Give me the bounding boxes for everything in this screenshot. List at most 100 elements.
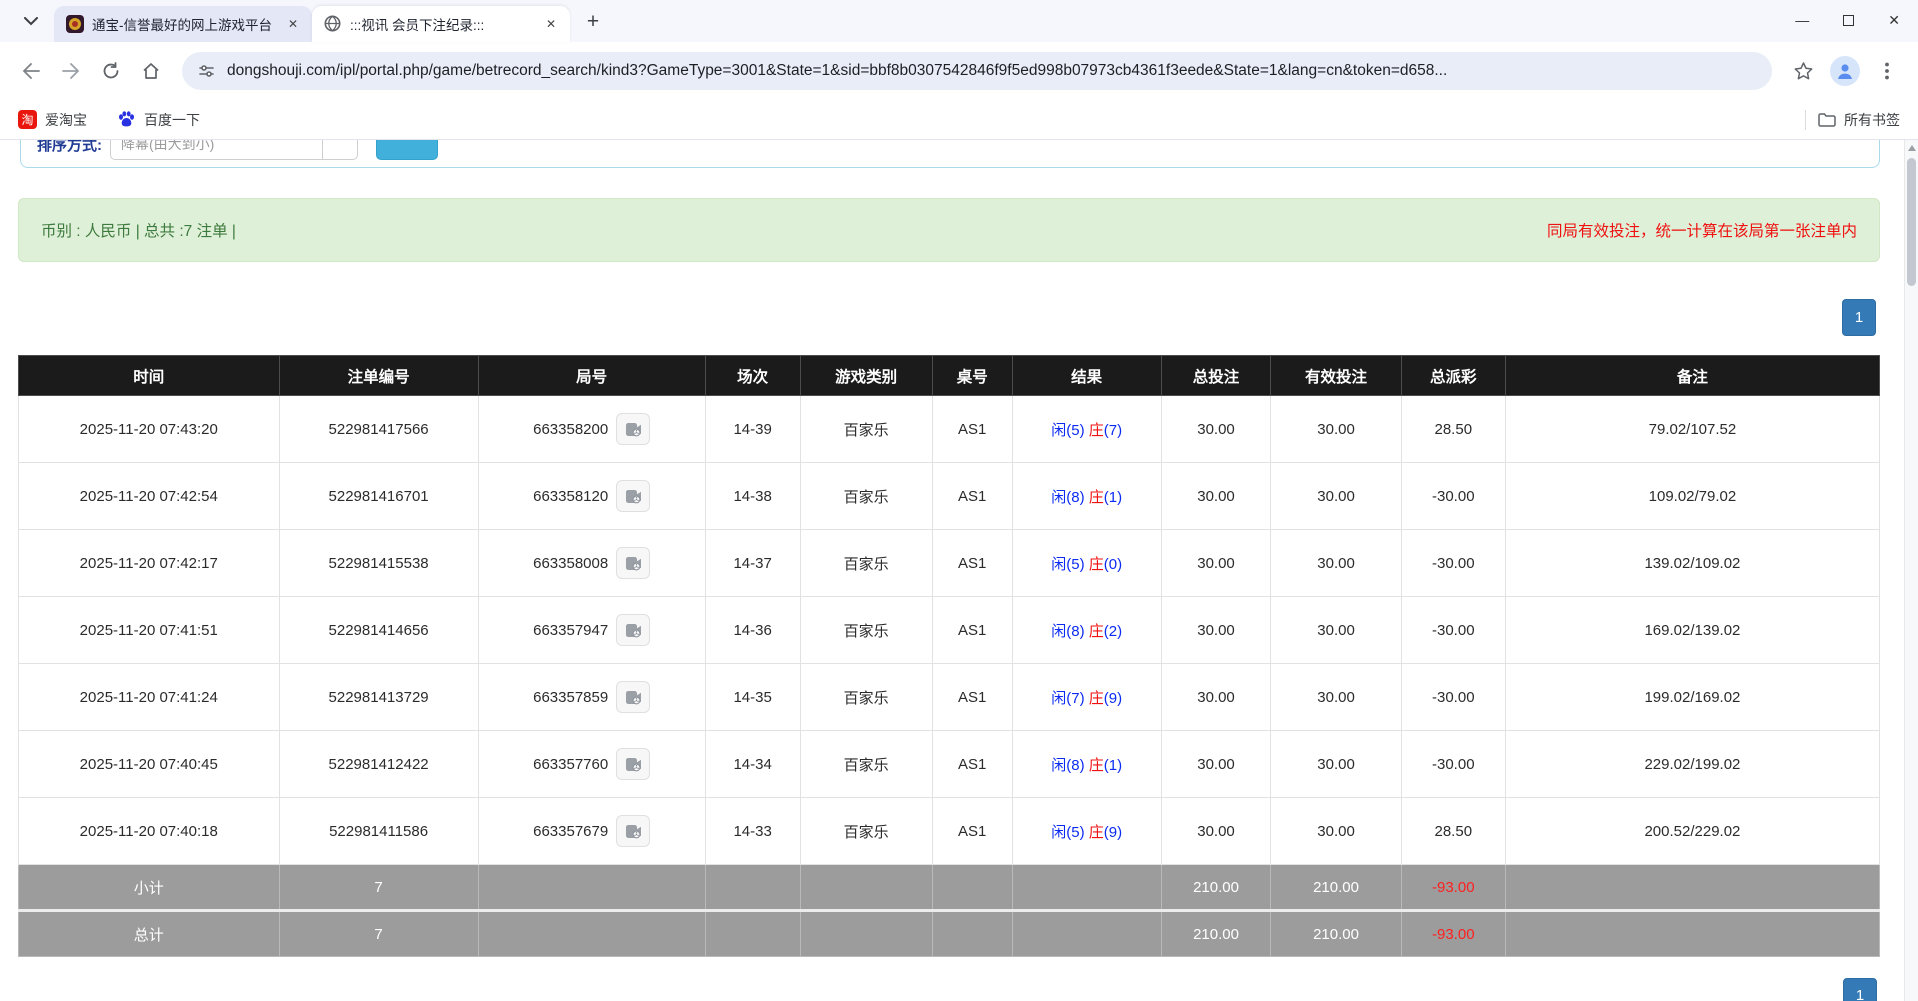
- video-replay-button[interactable]: [616, 614, 650, 646]
- result-banker: 庄: [1089, 422, 1104, 439]
- cell-valid-bet: 30.00: [1271, 798, 1401, 865]
- summary-alert-bar: 币别 : 人民币 | 总共 :7 注单 | 同局有效投注，统一计算在该局第一张注…: [18, 198, 1880, 262]
- cell-table-no: AS1: [932, 798, 1012, 865]
- cell-total-bet[interactable]: 30.00: [1161, 396, 1271, 463]
- all-bookmarks-button[interactable]: 所有书签: [1818, 110, 1900, 130]
- cell-session: 14-36: [705, 597, 800, 664]
- pagination-page-1[interactable]: 1: [1842, 299, 1876, 336]
- cell-total-bet[interactable]: 30.00: [1161, 731, 1271, 798]
- search-button[interactable]: [376, 140, 438, 160]
- subtotal-label: 小计: [19, 865, 280, 911]
- result-player: 闲(5): [1051, 556, 1084, 573]
- subtotal-total-bet: 210.00: [1161, 865, 1271, 911]
- page-scrollbar[interactable]: [1904, 140, 1918, 1001]
- back-icon[interactable]: [14, 54, 48, 88]
- cell-payout: -30.00: [1401, 597, 1505, 664]
- result-player: 闲(7): [1051, 690, 1084, 707]
- cell-total-bet[interactable]: 30.00: [1161, 597, 1271, 664]
- minimize-icon[interactable]: —: [1795, 13, 1809, 27]
- cell-valid-bet: 30.00: [1271, 731, 1401, 798]
- sort-dropdown-button[interactable]: [322, 140, 358, 160]
- round-id-text: 663357679: [533, 823, 608, 840]
- video-replay-button[interactable]: [616, 547, 650, 579]
- tab-close-icon[interactable]: ✕: [284, 15, 302, 33]
- cell-valid-bet: 30.00: [1271, 396, 1401, 463]
- cell-total-bet[interactable]: 30.00: [1161, 798, 1271, 865]
- sort-label: 排序方式:: [37, 140, 102, 155]
- header-result: 结果: [1012, 356, 1161, 396]
- bookmark-label: 百度一下: [144, 110, 200, 130]
- video-replay-button[interactable]: [616, 413, 650, 445]
- home-icon[interactable]: [134, 54, 168, 88]
- cell-bet-id: 522981411586: [279, 798, 478, 865]
- cell-total-bet[interactable]: 30.00: [1161, 463, 1271, 530]
- video-replay-button[interactable]: [616, 480, 650, 512]
- video-replay-button[interactable]: [616, 681, 650, 713]
- tab-close-icon[interactable]: ✕: [542, 15, 560, 33]
- bookmark-star-icon[interactable]: [1786, 54, 1820, 88]
- address-bar[interactable]: dongshouji.com/ipl/portal.php/game/betre…: [182, 52, 1772, 90]
- header-bet-id: 注单编号: [279, 356, 478, 396]
- cell-total-bet[interactable]: 30.00: [1161, 664, 1271, 731]
- header-game-type: 游戏类别: [800, 356, 932, 396]
- scrollbar-up-icon[interactable]: [1908, 145, 1916, 151]
- tab-strip: 通宝-信誉最好的网上游戏平台 ✕ :::视讯 会员下注纪录::: ✕ + — ✕: [0, 0, 1918, 42]
- cell-payout: -30.00: [1401, 530, 1505, 597]
- video-replay-button[interactable]: [616, 815, 650, 847]
- bookmarks-bar: 淘 爱淘宝 百度一下 所有书签: [0, 100, 1918, 140]
- cell-valid-bet: 30.00: [1271, 597, 1401, 664]
- bookmark-taobao[interactable]: 淘 爱淘宝: [18, 110, 87, 130]
- reload-icon[interactable]: [94, 54, 128, 88]
- table-row: 2025-11-20 07:43:20 522981417566 6633582…: [19, 396, 1880, 463]
- cell-session: 14-34: [705, 731, 800, 798]
- pagination-bottom-partial[interactable]: 1: [1843, 978, 1877, 1001]
- total-label: 总计: [19, 911, 280, 957]
- profile-avatar[interactable]: [1830, 56, 1860, 86]
- cell-bet-id: 522981417566: [279, 396, 478, 463]
- cell-time: 2025-11-20 07:40:45: [19, 731, 280, 798]
- tab-bet-records[interactable]: :::视讯 会员下注纪录::: ✕: [312, 6, 570, 42]
- round-id-text: 663357760: [533, 756, 608, 773]
- maximize-icon[interactable]: [1843, 15, 1854, 26]
- new-tab-button[interactable]: +: [578, 7, 608, 37]
- tongbao-favicon-icon: [66, 15, 84, 33]
- cell-result: 闲(7) 庄(9): [1012, 664, 1161, 731]
- cell-session: 14-35: [705, 664, 800, 731]
- folder-icon: [1818, 112, 1836, 127]
- cell-session: 14-39: [705, 396, 800, 463]
- cell-result: 闲(5) 庄(0): [1012, 530, 1161, 597]
- tab-title: :::视讯 会员下注纪录:::: [350, 14, 534, 34]
- round-id-text: 663357947: [533, 622, 608, 639]
- tab-tongbao[interactable]: 通宝-信誉最好的网上游戏平台 ✕: [54, 6, 312, 42]
- all-bookmarks-label: 所有书签: [1844, 110, 1900, 130]
- cell-total-bet[interactable]: 30.00: [1161, 530, 1271, 597]
- result-player: 闲(5): [1051, 824, 1084, 841]
- result-banker-num: (9): [1104, 824, 1122, 841]
- table-row: 2025-11-20 07:41:24 522981413729 6633578…: [19, 664, 1880, 731]
- cell-game-type: 百家乐: [800, 664, 932, 731]
- result-banker: 庄: [1089, 623, 1104, 640]
- result-player: 闲(5): [1051, 422, 1084, 439]
- forward-icon[interactable]: [54, 54, 88, 88]
- video-replay-button[interactable]: [616, 748, 650, 780]
- cell-game-type: 百家乐: [800, 798, 932, 865]
- scrollbar-thumb[interactable]: [1907, 158, 1916, 286]
- result-player: 闲(8): [1051, 623, 1084, 640]
- result-player: 闲(8): [1051, 489, 1084, 506]
- cell-bet-id: 522981415538: [279, 530, 478, 597]
- cell-payout: 28.50: [1401, 396, 1505, 463]
- bet-rows: 2025-11-20 07:43:20 522981417566 6633582…: [19, 396, 1880, 865]
- cell-bet-id: 522981412422: [279, 731, 478, 798]
- result-banker-num: (0): [1104, 556, 1122, 573]
- cell-bet-id: 522981414656: [279, 597, 478, 664]
- cell-round-id: 663357947: [478, 597, 705, 664]
- header-note: 备注: [1505, 356, 1879, 396]
- tab-search-icon[interactable]: [14, 4, 48, 38]
- window-close-icon[interactable]: ✕: [1888, 13, 1900, 27]
- sort-input[interactable]: [110, 140, 322, 160]
- bookmarks-separator: [1805, 110, 1806, 130]
- browser-menu-icon[interactable]: [1870, 54, 1904, 88]
- site-info-icon[interactable]: [198, 63, 215, 80]
- cell-time: 2025-11-20 07:41:51: [19, 597, 280, 664]
- bookmark-baidu[interactable]: 百度一下: [117, 110, 200, 130]
